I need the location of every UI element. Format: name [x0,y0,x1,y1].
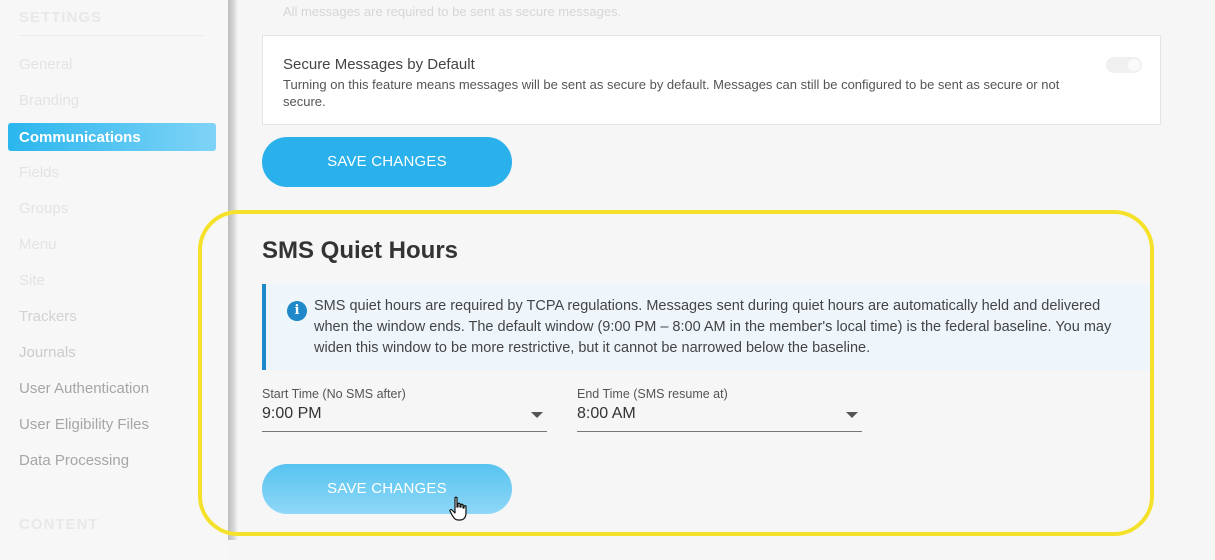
start-time-value: 9:00 PM [262,405,322,422]
section-title: SMS Quiet Hours [262,237,459,264]
secure-required-note: All messages are required to be sent as … [283,4,622,19]
chevron-down-icon [531,412,543,418]
sidebar-item-user-eligibility-files[interactable]: User Eligibility Files [19,416,149,433]
chevron-down-icon [846,412,858,418]
sidebar-item-branding[interactable]: Branding [19,92,79,109]
sidebar-item-journals[interactable]: Journals [19,344,76,361]
sidebar-item-trackers[interactable]: Trackers [19,308,77,325]
field-underline [262,431,547,432]
end-time-value: 8:00 AM [577,405,636,422]
secure-messages-title: Secure Messages by Default [283,56,475,73]
sidebar-divider-line [19,35,204,36]
start-time-select[interactable]: Start Time (No SMS after) 9:00 PM [262,387,547,432]
start-time-label: Start Time (No SMS after) [262,387,406,401]
sidebar-heading-content: CONTENT [19,516,99,533]
sidebar-item-menu[interactable]: Menu [19,236,57,253]
sidebar-item-data-processing[interactable]: Data Processing [19,452,129,469]
settings-sidebar: SETTINGS General Branding Communications… [0,0,228,560]
secure-messages-toggle[interactable] [1106,57,1142,73]
sidebar-heading-settings: SETTINGS [19,9,103,26]
save-changes-button[interactable]: SAVE CHANGES [262,137,512,187]
sidebar-item-general[interactable]: General [19,56,72,73]
field-underline [577,431,862,432]
sidebar-item-site[interactable]: Site [19,272,45,289]
save-quiet-hours-button[interactable]: SAVE CHANGES [262,464,512,514]
info-icon: i [287,301,307,321]
secure-messages-card: Secure Messages by Default Turning on th… [262,35,1161,125]
hand-pointer-icon [449,496,467,521]
sidebar-item-label: Communications [19,129,141,146]
page: SETTINGS General Branding Communications… [0,0,1215,560]
end-time-label: End Time (SMS resume at) [577,387,728,401]
sidebar-item-groups[interactable]: Groups [19,200,68,217]
sidebar-item-communications[interactable]: Communications [8,123,216,151]
secure-messages-description: Turning on this feature means messages w… [283,77,1060,109]
end-time-select[interactable]: End Time (SMS resume at) 8:00 AM [577,387,862,432]
info-alert-text: SMS quiet hours are required by TCPA reg… [314,298,1112,356]
info-alert: i SMS quiet hours are required by TCPA r… [262,284,1150,370]
sidebar-item-user-authentication[interactable]: User Authentication [19,380,149,397]
sidebar-item-fields[interactable]: Fields [19,164,59,181]
